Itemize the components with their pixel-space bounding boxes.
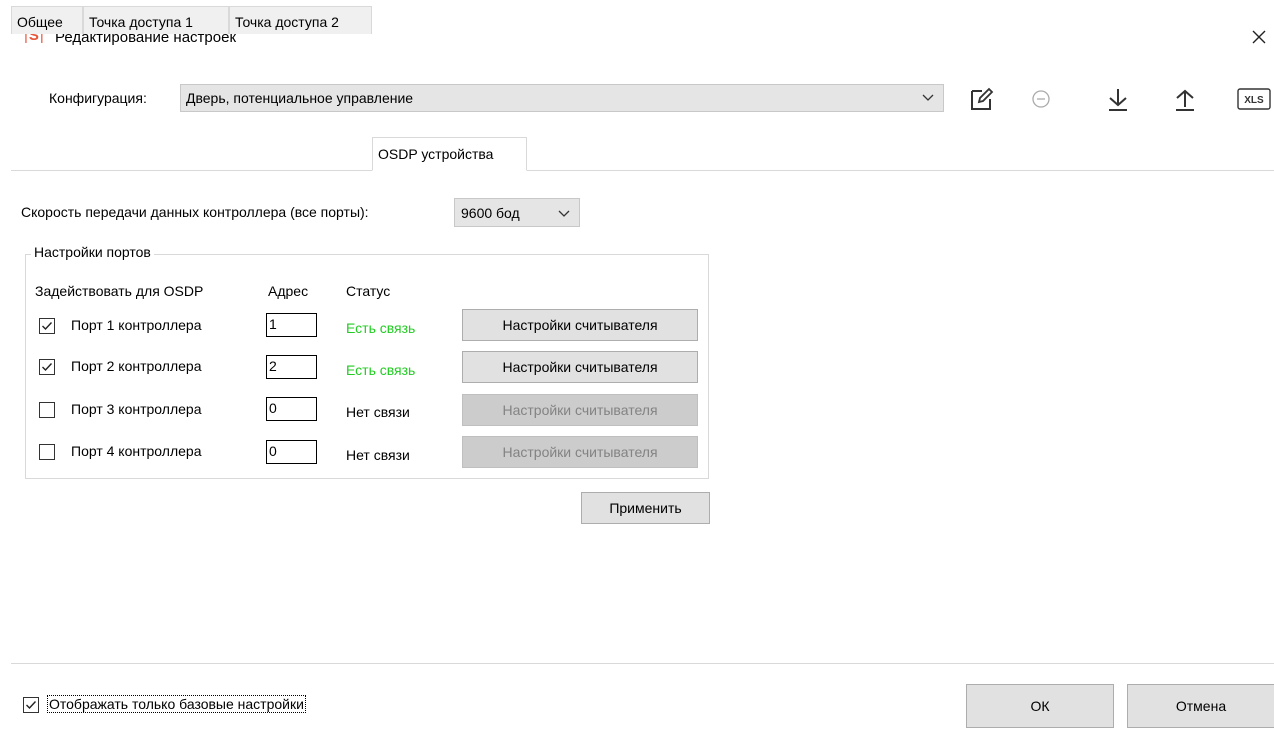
port-3-address-input[interactable]: 0 [266, 397, 317, 421]
baud-rate-value: 9600 бод [461, 205, 520, 221]
close-button[interactable] [1244, 22, 1274, 52]
port-1-label: Порт 1 контроллера [71, 317, 202, 333]
port-2-status: Есть связь [346, 362, 416, 378]
port-3-checkbox[interactable] [39, 402, 55, 418]
download-icon [1109, 89, 1127, 111]
apply-button[interactable]: Применить [581, 492, 710, 524]
upload-icon [1176, 89, 1194, 111]
svg-text:XLS: XLS [1244, 95, 1264, 106]
port-2-label: Порт 2 контроллера [71, 358, 202, 374]
chevron-down-icon [558, 210, 570, 217]
port-4-checkbox[interactable] [39, 444, 55, 460]
port-2-reader-settings-button[interactable]: Настройки считывателя [462, 351, 698, 383]
port-2-address-input[interactable]: 2 [266, 355, 317, 379]
port-1-checkbox[interactable] [39, 318, 55, 334]
checkmark-icon [42, 322, 53, 331]
close-icon [1252, 30, 1266, 44]
port-4-address-input[interactable]: 0 [266, 440, 317, 464]
column-header-status: Статус [346, 283, 391, 299]
column-header-use-osdp: Задействовать для OSDP [35, 283, 204, 299]
tab-access-point-1[interactable]: Точка доступа 1 [83, 6, 229, 34]
footer-separator [11, 663, 1274, 664]
config-dropdown[interactable]: Дверь, потенциальное управление [180, 84, 944, 112]
port-2-checkbox[interactable] [39, 359, 55, 375]
tab-general[interactable]: Общее [11, 6, 83, 34]
xls-icon: XLS [1237, 88, 1271, 110]
port-1-status: Есть связь [346, 320, 416, 336]
config-label: Конфигурация: [49, 90, 147, 106]
checkmark-icon [42, 363, 53, 372]
edit-config-button[interactable] [965, 82, 999, 116]
basic-settings-only-label[interactable]: Отображать только базовые настройки [47, 695, 306, 713]
minus-circle-icon [1032, 90, 1050, 108]
cancel-button[interactable]: Отмена [1127, 684, 1274, 728]
baud-rate-dropdown[interactable]: 9600 бод [454, 198, 580, 227]
baud-rate-label: Скорость передачи данных контроллера (вс… [21, 204, 369, 220]
settings-dialog: |S| Редактирование настроек Конфигурация… [0, 0, 1274, 738]
checkmark-icon [26, 701, 37, 710]
tab-strip-line [11, 170, 1274, 171]
port-4-status: Нет связи [346, 447, 410, 463]
chevron-down-icon [922, 94, 934, 101]
port-4-label: Порт 4 контроллера [71, 443, 202, 459]
port-3-label: Порт 3 контроллера [71, 401, 202, 417]
port-4-reader-settings-button[interactable]: Настройки считывателя [462, 436, 698, 468]
basic-settings-only-checkbox[interactable] [23, 697, 39, 713]
port-3-reader-settings-button[interactable]: Настройки считывателя [462, 394, 698, 426]
column-header-address: Адрес [268, 283, 309, 299]
port-1-address-input[interactable]: 1 [266, 313, 317, 337]
export-button[interactable] [1168, 82, 1202, 116]
tab-access-point-2[interactable]: Точка доступа 2 [229, 6, 372, 34]
port-settings-title: Настройки портов [31, 244, 154, 260]
config-value: Дверь, потенциальное управление [186, 90, 414, 106]
edit-icon [971, 87, 994, 110]
port-3-status: Нет связи [346, 404, 410, 420]
export-xls-button[interactable]: XLS [1236, 82, 1272, 116]
remove-config-button[interactable] [1024, 82, 1058, 116]
import-button[interactable] [1101, 82, 1135, 116]
tab-osdp-devices[interactable]: OSDP устройства [372, 137, 527, 171]
ok-button[interactable]: ОК [966, 684, 1114, 728]
port-1-reader-settings-button[interactable]: Настройки считывателя [462, 309, 698, 341]
